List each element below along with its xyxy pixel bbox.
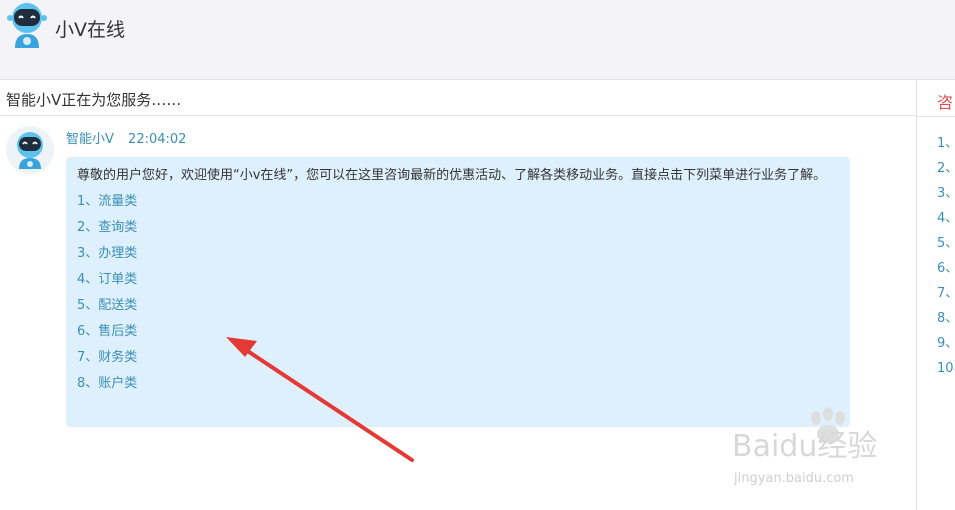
side-list-item[interactable]: 5、 — [937, 231, 955, 256]
baidu-watermark: Baidu经验 jingyan.baidu.com — [732, 407, 877, 486]
side-list-item[interactable]: 4、 — [937, 206, 955, 231]
service-status-text: 智能小V正在为您服务…… — [6, 91, 182, 109]
sender-name: 智能小V — [66, 132, 114, 147]
menu-item-query[interactable]: 2、查询类 — [77, 215, 840, 241]
side-tab-consult[interactable]: 咨 — [937, 89, 953, 113]
side-panel: 咨 1、 2、 3、 4、 5、 6、 7、 8、 9、 10、 — [916, 80, 955, 510]
message-time: 22:04:02 — [128, 132, 187, 147]
greeting-text: 尊敬的用户您好，欢迎使用“小v在线”，您可以在这里咨询最新的优惠活动、了解各类移… — [77, 168, 827, 183]
message-meta: 智能小V 22:04:02 — [66, 128, 186, 147]
menu-item-flow[interactable]: 1、流量类 — [77, 189, 840, 215]
menu-item-finance[interactable]: 7、财务类 — [77, 345, 840, 371]
side-list-item[interactable]: 8、 — [937, 306, 955, 331]
menu-item-after-sales[interactable]: 6、售后类 — [77, 319, 840, 345]
side-list-item[interactable]: 1、 — [937, 131, 955, 156]
side-list-item[interactable]: 2、 — [937, 156, 955, 181]
side-list-item[interactable]: 3、 — [937, 181, 955, 206]
menu-item-handle[interactable]: 3、办理类 — [77, 241, 840, 267]
app-title: 小V在线 — [55, 19, 125, 41]
menu-item-delivery[interactable]: 5、配送类 — [77, 293, 840, 319]
side-list-item[interactable]: 6、 — [937, 256, 955, 281]
side-list-item[interactable]: 10、 — [937, 356, 955, 381]
watermark-brand: Baidu经验 — [732, 429, 877, 464]
menu-item-order[interactable]: 4、订单类 — [77, 267, 840, 293]
menu-item-account[interactable]: 8、账户类 — [77, 371, 840, 397]
side-list-item[interactable]: 7、 — [937, 281, 955, 306]
side-list: 1、 2、 3、 4、 5、 6、 7、 8、 9、 10、 — [937, 131, 955, 381]
service-status-bar: 智能小V正在为您服务…… — [0, 80, 916, 116]
app-header: 小V在线 — [0, 0, 955, 80]
side-tab-divider — [917, 116, 955, 117]
message-bubble: 尊敬的用户您好，欢迎使用“小v在线”，您可以在这里咨询最新的优惠活动、了解各类移… — [66, 157, 850, 427]
bot-avatar-icon — [6, 126, 54, 174]
side-list-item[interactable]: 9、 — [937, 331, 955, 356]
robot-avatar-icon — [7, 3, 47, 48]
watermark-url: jingyan.baidu.com — [733, 471, 854, 486]
